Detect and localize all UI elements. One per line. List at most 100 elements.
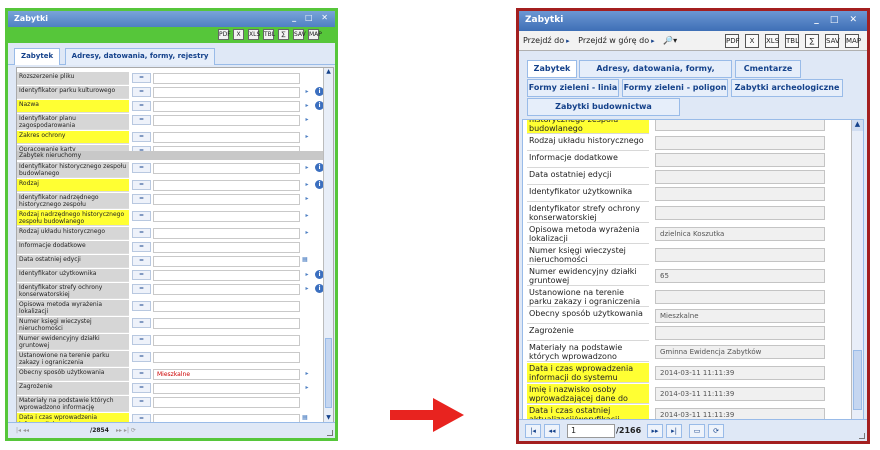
field-value[interactable]: Gminna Ewidencja Zabytków	[655, 345, 825, 359]
filter-input[interactable]	[153, 284, 300, 295]
goto-button[interactable]: Przejdź do ▸	[523, 31, 570, 51]
pdf-export-icon[interactable]: PDF	[218, 29, 231, 40]
expand-arrow-icon[interactable]: ▸	[302, 132, 312, 142]
filter-input[interactable]	[153, 73, 300, 84]
right-tab-formy-linia[interactable]: Formy zieleni - linia	[527, 79, 619, 97]
operator-button[interactable]: =	[132, 163, 151, 173]
operator-button[interactable]: =	[132, 180, 151, 190]
left-scrollbar[interactable]: ▲ ▼	[323, 68, 333, 423]
map-icon[interactable]: MAP	[308, 29, 322, 40]
filter-input[interactable]	[153, 163, 300, 174]
filter-input[interactable]	[153, 132, 300, 143]
field-value[interactable]: dzielnica Koszutka	[655, 227, 825, 241]
operator-button[interactable]: =	[132, 256, 151, 266]
operator-button[interactable]: =	[132, 211, 151, 221]
expand-arrow-icon[interactable]: ▸	[302, 163, 312, 173]
operator-button[interactable]: =	[132, 284, 151, 294]
zoom-icon[interactable]: 🔎▾	[663, 31, 677, 51]
expand-arrow-icon[interactable]: ▸	[302, 194, 312, 204]
filter-input[interactable]	[153, 383, 300, 394]
expand-arrow-icon[interactable]: ▸	[302, 115, 312, 125]
expand-arrow-icon[interactable]: ▸	[302, 228, 312, 238]
next-page-button[interactable]: ▸▸	[647, 424, 663, 438]
expand-arrow-icon[interactable]: ▸	[302, 87, 312, 97]
operator-button[interactable]: =	[132, 397, 151, 407]
operator-button[interactable]: =	[132, 369, 151, 379]
operator-button[interactable]: =	[132, 242, 151, 252]
pager-nav-next-icons[interactable]: ▸▸ ▸| ⟳	[116, 423, 136, 439]
expand-arrow-icon[interactable]: ▸	[302, 101, 312, 111]
filter-input[interactable]	[153, 270, 300, 281]
operator-button[interactable]: =	[132, 228, 151, 238]
sum-icon[interactable]: ∑	[805, 34, 819, 48]
operator-button[interactable]: =	[132, 352, 151, 362]
right-tab-architektury[interactable]: Zabytki budownictwa architektury	[527, 98, 680, 127]
resize-handle[interactable]	[859, 433, 865, 439]
expand-arrow-icon[interactable]: ▸	[302, 270, 312, 280]
field-value[interactable]	[655, 170, 825, 184]
field-value[interactable]	[655, 290, 825, 304]
filter-input[interactable]	[153, 211, 300, 222]
right-tab-cmentarze[interactable]: Cmentarze	[735, 60, 801, 78]
table-icon[interactable]: TBL	[263, 29, 275, 40]
right-tab-archeologiczne[interactable]: Zabytki archeologiczne	[731, 79, 843, 97]
excel-export-icon[interactable]: XLS	[248, 29, 260, 40]
field-value[interactable]	[655, 248, 825, 262]
save-icon[interactable]: SAV	[825, 34, 840, 48]
save-icon[interactable]: SAV	[293, 29, 306, 40]
field-value[interactable]: 2014-03-11 11:11:39	[655, 366, 825, 380]
prev-page-button[interactable]: ◂◂	[544, 424, 560, 438]
field-value[interactable]: Mieszkalne	[655, 309, 825, 323]
field-value[interactable]: 65	[655, 269, 825, 283]
expand-arrow-icon[interactable]: ▸	[302, 180, 312, 190]
filter-input[interactable]	[153, 301, 300, 312]
pdf-export-icon[interactable]: PDF	[725, 34, 740, 48]
right-scrollbar[interactable]: ▲	[851, 120, 863, 421]
right-window-buttons[interactable]: _ □ ✕	[814, 15, 861, 25]
sum-icon[interactable]: ∑	[278, 29, 289, 40]
calendar-icon[interactable]: ▦	[302, 256, 312, 266]
filter-input[interactable]	[153, 352, 300, 363]
delete-icon[interactable]: X	[745, 34, 759, 48]
delete-icon[interactable]: X	[233, 29, 244, 40]
filter-input[interactable]	[153, 318, 300, 329]
filter-input[interactable]: Mieszkalne	[153, 369, 300, 380]
right-tab-adresy[interactable]: Adresy, datowania, formy, rejestry	[579, 60, 732, 89]
field-value[interactable]	[655, 206, 825, 220]
filter-input[interactable]	[153, 180, 300, 191]
operator-button[interactable]: =	[132, 87, 151, 97]
operator-button[interactable]: =	[132, 101, 151, 111]
page-number-input[interactable]: 1	[567, 424, 615, 438]
operator-button[interactable]: =	[132, 318, 151, 328]
operator-button[interactable]: =	[132, 383, 151, 393]
resize-handle[interactable]	[327, 430, 333, 436]
left-window-buttons[interactable]: _ □ ✕	[292, 13, 331, 22]
expand-arrow-icon[interactable]: ▸	[302, 383, 312, 393]
filter-input[interactable]	[153, 397, 300, 408]
folder-icon[interactable]: ▭	[689, 424, 705, 438]
scroll-up-icon[interactable]: ▲	[324, 68, 333, 77]
right-tab-zabytek[interactable]: Zabytek	[527, 60, 577, 78]
filter-input[interactable]	[153, 101, 300, 112]
field-value[interactable]	[655, 153, 825, 167]
operator-button[interactable]: =	[132, 194, 151, 204]
map-icon[interactable]: MAP	[845, 34, 861, 48]
scroll-thumb[interactable]	[325, 338, 332, 408]
filter-input[interactable]	[153, 228, 300, 239]
scroll-up-icon[interactable]: ▲	[852, 120, 863, 131]
filter-input[interactable]	[153, 115, 300, 126]
filter-input[interactable]	[153, 256, 300, 267]
expand-arrow-icon[interactable]: ▸	[302, 369, 312, 379]
first-page-button[interactable]: |◂	[525, 424, 541, 438]
operator-button[interactable]: =	[132, 335, 151, 345]
expand-arrow-icon[interactable]: ▸	[302, 211, 312, 221]
field-value[interactable]: 2014-03-11 11:11:39	[655, 387, 825, 401]
operator-button[interactable]: =	[132, 73, 151, 83]
pager-nav-icons[interactable]: |◂ ◂◂	[16, 427, 29, 434]
refresh-icon[interactable]: ⟳	[708, 424, 724, 438]
left-tab-zabytek[interactable]: Zabytek	[14, 48, 61, 65]
filter-input[interactable]	[153, 242, 300, 253]
last-page-button[interactable]: ▸|	[666, 424, 682, 438]
field-value[interactable]	[655, 187, 825, 201]
operator-button[interactable]: =	[132, 115, 151, 125]
